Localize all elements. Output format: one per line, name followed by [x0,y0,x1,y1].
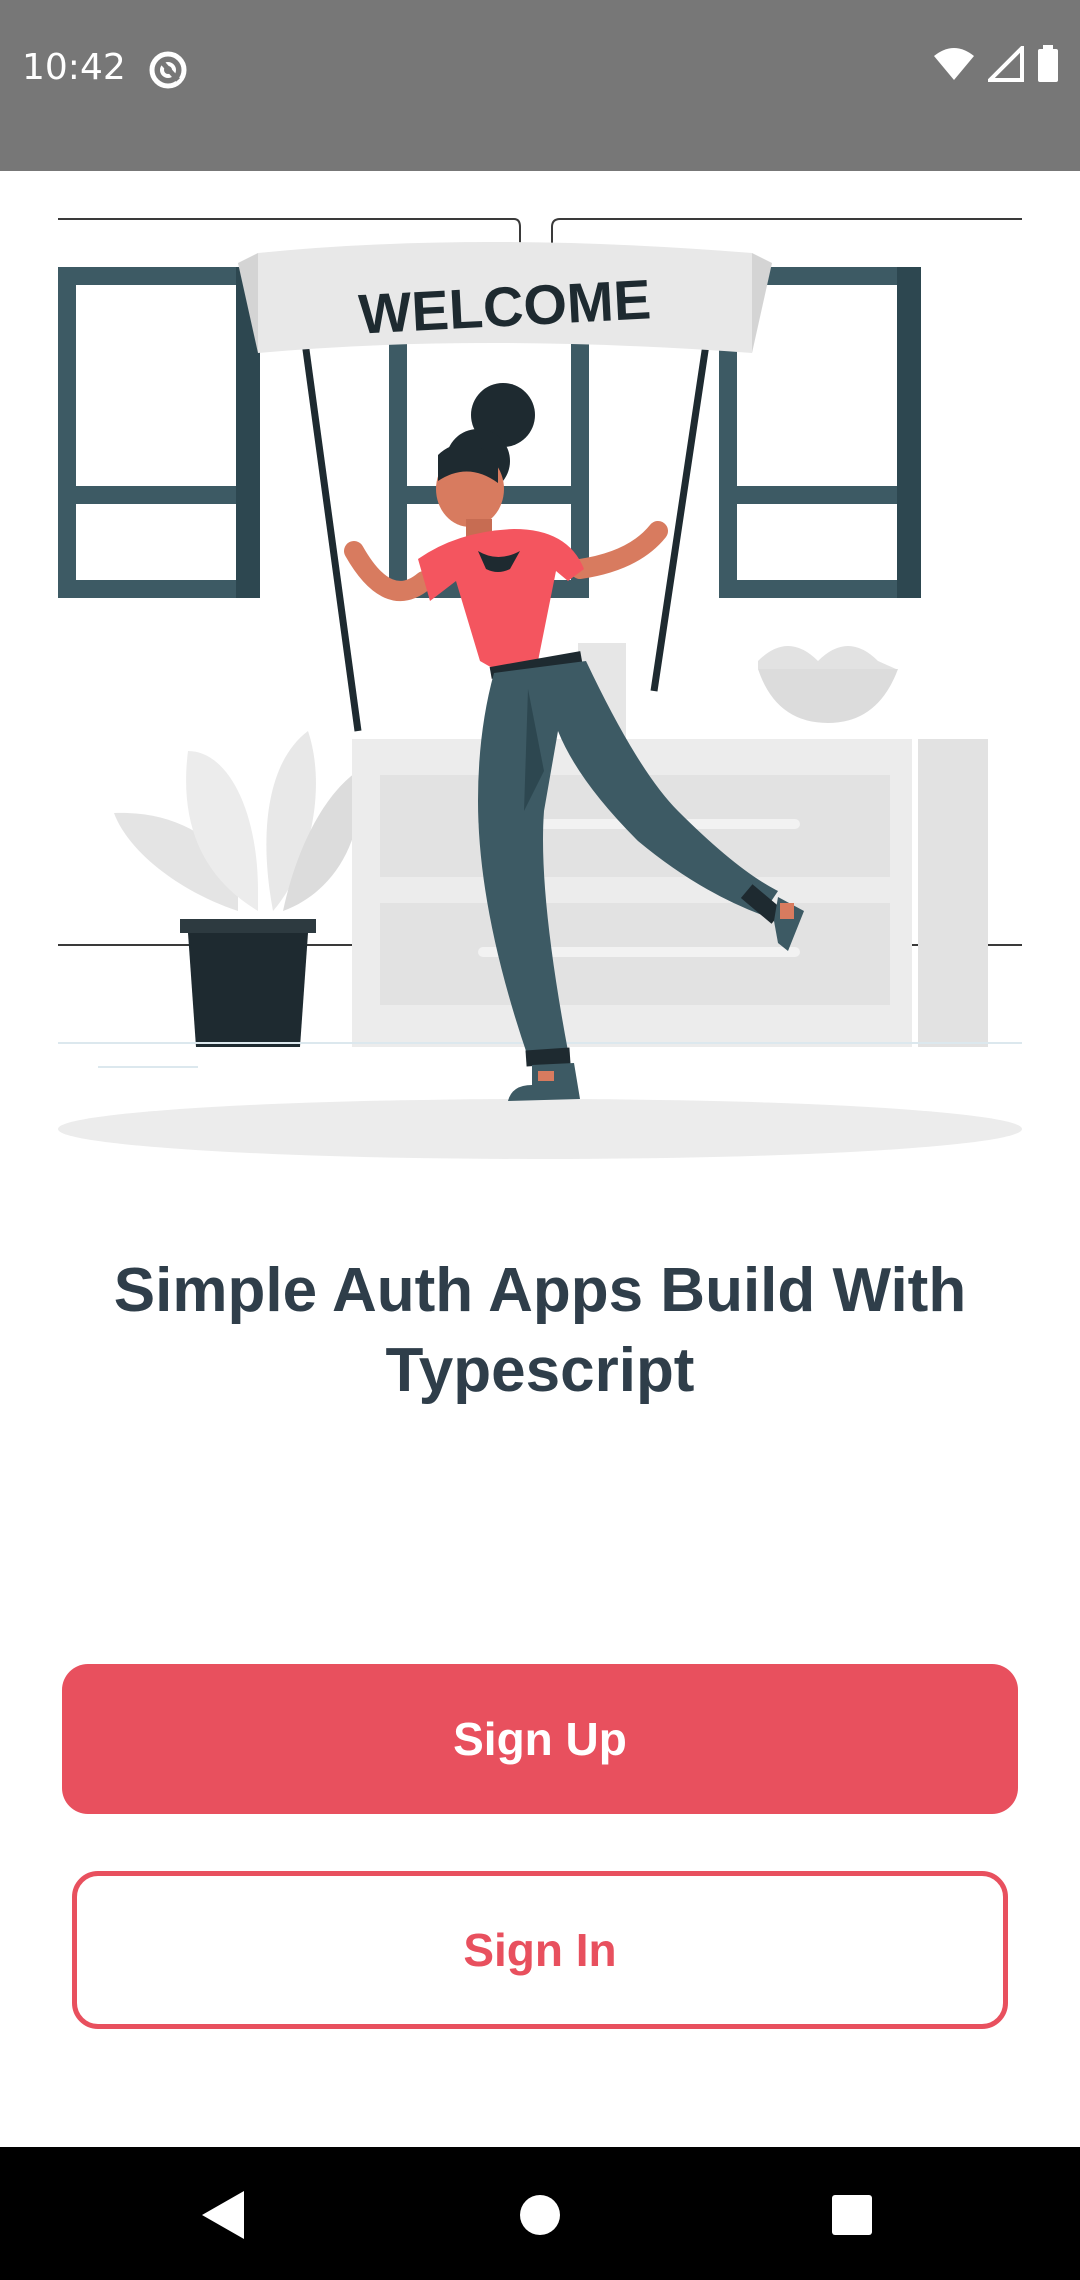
sign-in-button[interactable]: Sign In [72,1871,1008,2029]
at-sign-icon [148,50,188,90]
status-time: 10:42 [22,47,126,88]
wifi-icon [932,46,976,87]
signal-icon [985,42,1024,87]
welcome-illustration: WELCOME [58,191,1022,1171]
page-title: Simple Auth Apps Build With Typescript [113,1256,967,1405]
status-bar: 10:42 [0,0,1080,171]
battery-icon [1036,44,1060,88]
sign-up-button[interactable]: Sign Up [62,1664,1018,1814]
home-icon[interactable] [500,2177,580,2253]
back-icon[interactable] [184,2177,264,2253]
recents-icon[interactable] [812,2177,892,2253]
welcome-screen: WELCOME Simple Auth Apps Build With Type… [0,171,1080,2147]
sign-up-label: Sign Up [453,1713,627,1765]
sign-in-label: Sign In [463,1924,617,1976]
status-icons [932,42,1060,88]
navigation-bar [0,2147,1080,2280]
